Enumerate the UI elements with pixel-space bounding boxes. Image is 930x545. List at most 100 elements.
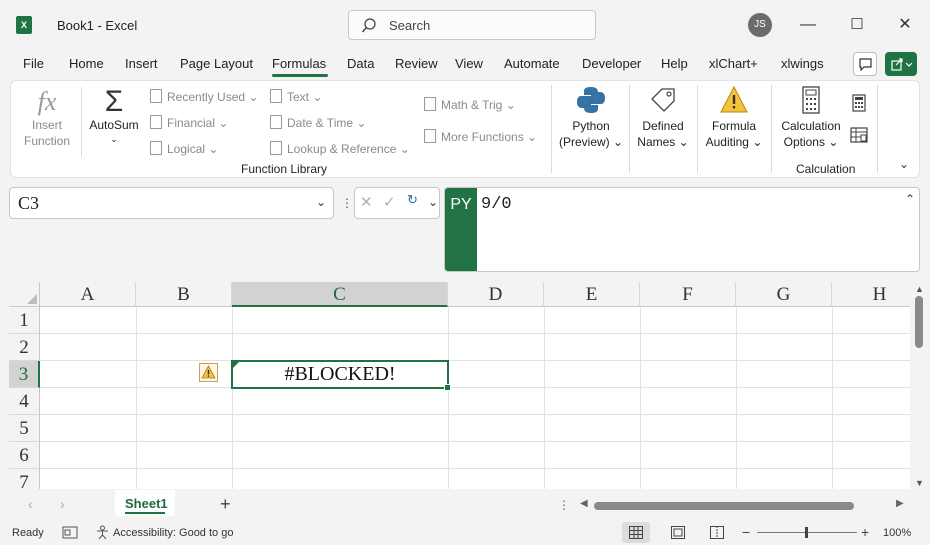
column-header-b[interactable]: B — [136, 282, 232, 307]
tab-split-handle-icon[interactable]: ⋮ — [558, 498, 570, 512]
zoom-slider-thumb[interactable] — [805, 527, 808, 538]
spreadsheet-grid[interactable]: A B C D E F G H 1 2 3 4 5 6 7 #BLOCKED! — [9, 282, 910, 489]
row-header-5[interactable]: 5 — [9, 415, 40, 442]
collapse-ribbon-chevron-down-icon[interactable]: ⌄ — [899, 157, 909, 171]
calculation-options-button[interactable]: Calculation Options ⌄ — [777, 85, 845, 155]
search-box[interactable]: Search — [348, 10, 596, 40]
avatar[interactable]: JS — [748, 13, 772, 37]
page-layout-view-icon[interactable] — [671, 526, 685, 539]
next-sheet-icon[interactable]: › — [60, 496, 65, 512]
formula-auditing-button[interactable]: Formula Auditing ⌄ — [703, 85, 765, 155]
error-warning-icon[interactable] — [199, 363, 218, 382]
formula-auditing-label-1: Formula — [711, 119, 756, 133]
tab-file[interactable]: File — [23, 56, 44, 74]
name-box-chevron-down-icon[interactable]: ⌄ — [316, 195, 326, 209]
maximize-button[interactable]: ☐ — [845, 13, 869, 37]
normal-view-button[interactable] — [622, 522, 650, 543]
share-button[interactable] — [885, 52, 917, 76]
ribbon-divider — [697, 85, 698, 173]
collapse-formula-bar-chevron-up-icon[interactable]: ⌃ — [905, 192, 915, 206]
tab-developer[interactable]: Developer — [582, 56, 641, 74]
tab-help[interactable]: Help — [661, 56, 688, 74]
zoom-in-icon[interactable]: + — [861, 524, 869, 540]
formula-bar[interactable]: PY 9/0 ⌃ — [444, 187, 920, 272]
date-time-button[interactable]: Date & Time ⌄ — [270, 115, 366, 130]
more-functions-button[interactable]: More Functions ⌄ — [424, 129, 537, 144]
python-mode-badge[interactable]: PY — [445, 188, 477, 271]
macro-recording-icon[interactable] — [62, 526, 78, 539]
name-box-value: C3 — [18, 193, 40, 213]
tab-view[interactable]: View — [455, 56, 483, 74]
gridline — [40, 333, 910, 334]
enter-check-icon[interactable]: ✓ — [383, 193, 396, 211]
column-header-h[interactable]: H — [832, 282, 910, 307]
financial-button[interactable]: Financial ⌄ — [150, 115, 228, 130]
tab-page-layout[interactable]: Page Layout — [180, 56, 253, 74]
zoom-level[interactable]: 100% — [883, 527, 911, 539]
tab-automate[interactable]: Automate — [504, 56, 560, 74]
autosum-button[interactable]: Σ AutoSum ⌄ — [87, 87, 141, 153]
add-sheet-icon[interactable]: + — [220, 494, 231, 515]
close-button[interactable]: ✕ — [893, 13, 917, 37]
row-header-4[interactable]: 4 — [9, 388, 40, 415]
select-all-corner[interactable] — [9, 282, 40, 307]
column-header-f[interactable]: F — [640, 282, 736, 307]
date-time-icon — [270, 115, 282, 129]
prev-sheet-icon[interactable]: ‹ — [28, 496, 33, 512]
text-button[interactable]: Text ⌄ — [270, 89, 322, 104]
row-header-7[interactable]: 7 — [9, 469, 40, 489]
zoom-out-icon[interactable]: − — [742, 524, 750, 540]
scroll-up-icon[interactable]: ▲ — [915, 284, 924, 294]
page-break-view-icon[interactable] — [710, 526, 724, 539]
scroll-left-icon[interactable]: ◀ — [580, 498, 588, 509]
column-header-g[interactable]: G — [736, 282, 832, 307]
python-output-icon[interactable]: ↻ — [407, 192, 418, 208]
lookup-reference-button[interactable]: Lookup & Reference ⌄ — [270, 141, 410, 156]
lookup-reference-icon — [270, 141, 282, 155]
accessibility-status[interactable]: Accessibility: Good to go — [113, 527, 233, 539]
column-header-a[interactable]: A — [40, 282, 136, 307]
formula-text[interactable]: 9/0 — [481, 195, 512, 214]
row-header-3[interactable]: 3 — [9, 361, 40, 388]
comments-button[interactable] — [853, 52, 877, 76]
tab-home[interactable]: Home — [69, 56, 104, 74]
error-flag-triangle — [233, 362, 239, 368]
row-header-1[interactable]: 1 — [9, 307, 40, 334]
column-header-c[interactable]: C — [232, 282, 448, 307]
minimize-button[interactable]: — — [796, 13, 820, 37]
recently-used-button[interactable]: Recently Used ⌄ — [150, 89, 258, 104]
cancel-icon[interactable]: ✕ — [360, 193, 373, 211]
math-trig-button[interactable]: Math & Trig ⌄ — [424, 97, 516, 112]
tab-formulas[interactable]: Formulas — [272, 56, 326, 74]
scroll-right-icon[interactable]: ▶ — [896, 498, 904, 509]
logical-button[interactable]: Logical ⌄ — [150, 141, 218, 156]
more-options-icon[interactable]: ⋮ — [341, 196, 353, 210]
defined-names-button[interactable]: Defined Names ⌄ — [635, 85, 691, 155]
calculate-now-icon[interactable] — [851, 94, 867, 112]
tab-xlwings[interactable]: xlwings — [781, 56, 824, 74]
calculate-sheet-icon[interactable] — [850, 127, 868, 143]
accessibility-icon[interactable] — [95, 525, 110, 540]
gridline — [448, 307, 449, 489]
horizontal-scroll-thumb[interactable] — [594, 502, 854, 510]
formula-controls-chevron-down-icon[interactable]: ⌄ — [428, 195, 438, 209]
tab-review[interactable]: Review — [395, 56, 438, 74]
row-header-2[interactable]: 2 — [9, 334, 40, 361]
vertical-scroll-thumb[interactable] — [915, 296, 923, 348]
fill-handle[interactable] — [444, 384, 451, 391]
tab-data[interactable]: Data — [347, 56, 374, 74]
vertical-scrollbar[interactable]: ▲ ▼ — [910, 282, 930, 489]
column-header-e[interactable]: E — [544, 282, 640, 307]
tab-xlchart[interactable]: xlChart+ — [709, 56, 758, 74]
gridline — [40, 414, 910, 415]
active-cell-c3[interactable]: #BLOCKED! — [231, 360, 451, 391]
row-header-6[interactable]: 6 — [9, 442, 40, 469]
insert-function-button[interactable]: fx Insert Function — [21, 87, 73, 157]
name-box[interactable]: C3 ⌄ — [9, 187, 334, 219]
column-header-d[interactable]: D — [448, 282, 544, 307]
gridline — [136, 307, 137, 489]
scroll-down-icon[interactable]: ▼ — [915, 478, 924, 488]
tab-insert[interactable]: Insert — [125, 56, 158, 74]
sheet-tab-sheet1[interactable]: Sheet1 — [115, 490, 175, 516]
python-button[interactable]: Python (Preview) ⌄ — [559, 85, 623, 155]
